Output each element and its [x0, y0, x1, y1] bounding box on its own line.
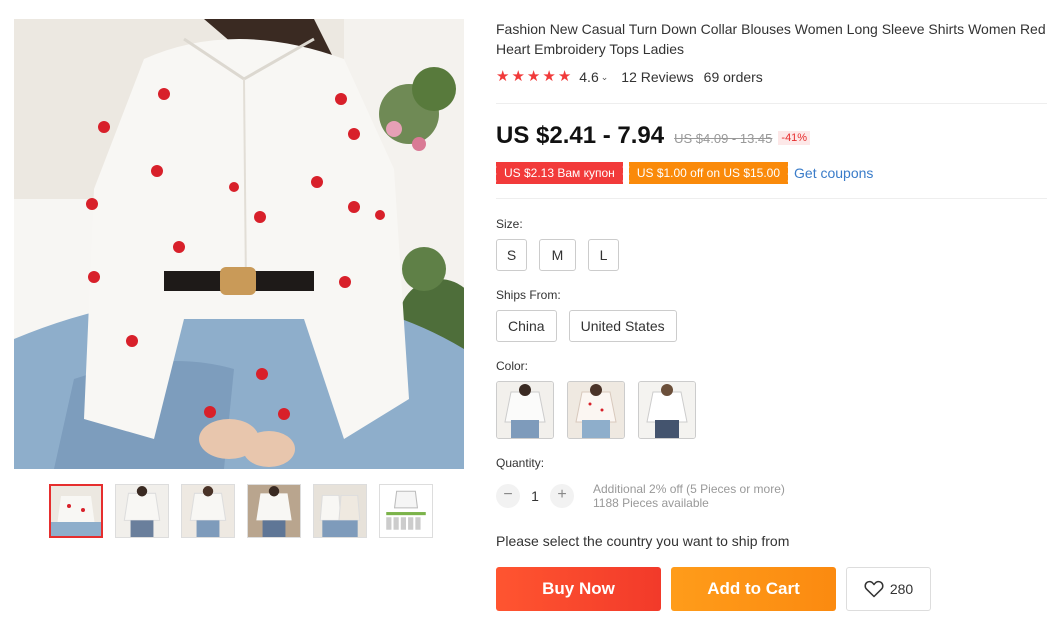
coupon-row: US $2.13 Вам купон US $1.00 off on US $1…: [494, 162, 873, 184]
buy-now-button[interactable]: Buy Now: [496, 567, 661, 611]
size-option-l[interactable]: L: [588, 239, 619, 271]
current-price: US $2.41 - 7.94: [496, 122, 665, 149]
star-icon: ★: [511, 68, 525, 85]
coupon-badge-red[interactable]: US $2.13 Вам купон: [494, 162, 623, 184]
quantity-stepper: − 1 + Additional 2% off (5 Pieces or mor…: [496, 482, 785, 510]
ships-from-china[interactable]: China: [496, 310, 557, 342]
rating-stars: ★ ★ ★ ★ ★: [496, 68, 571, 86]
price-row: US $2.41 - 7.94 US $4.09 - 13.45 -41%: [496, 122, 811, 150]
thumbnail-5[interactable]: [313, 484, 367, 538]
wishlist-button[interactable]: 280: [846, 567, 931, 611]
ship-country-message: Please select the country you want to sh…: [496, 533, 790, 549]
thumbnail-3[interactable]: [181, 484, 235, 538]
chevron-down-icon[interactable]: ⌄: [601, 72, 609, 83]
action-buttons: Buy Now Add to Cart 280: [496, 567, 931, 611]
get-coupons-link[interactable]: Get coupons: [794, 165, 873, 181]
star-icon: ★: [526, 68, 541, 85]
thumbnail-4[interactable]: [247, 484, 301, 538]
size-option-s[interactable]: S: [496, 239, 527, 271]
coupon-badge-orange[interactable]: US $1.00 off on US $15.00: [626, 162, 789, 184]
size-label: Size:: [496, 217, 523, 231]
wishlist-count: 280: [889, 581, 914, 597]
main-product-image[interactable]: [14, 19, 464, 469]
size-options: S M L: [496, 239, 619, 271]
color-options: [496, 381, 696, 439]
thumbnail-1[interactable]: [49, 484, 103, 538]
quantity-value[interactable]: 1: [520, 488, 550, 504]
heart-icon: [864, 580, 884, 598]
thumbnail-2[interactable]: [115, 484, 169, 538]
quantity-decrease-button[interactable]: −: [496, 484, 520, 508]
original-price: US $4.09 - 13.45: [674, 131, 773, 146]
ships-from-united-states[interactable]: United States: [568, 310, 677, 342]
pieces-available: 1188 Pieces available: [593, 496, 709, 510]
reviews-link[interactable]: 12 Reviews: [621, 69, 693, 85]
divider: [496, 103, 1047, 104]
bulk-discount-note: Additional 2% off (5 Pieces or more): [593, 482, 785, 496]
ships-from-label: Ships From:: [496, 288, 561, 302]
discount-badge: -41%: [778, 131, 811, 145]
quantity-note: Additional 2% off (5 Pieces or more) 118…: [593, 482, 785, 510]
add-to-cart-button[interactable]: Add to Cart: [671, 567, 836, 611]
thumbnail-strip: [49, 484, 433, 538]
quantity-increase-button[interactable]: +: [550, 484, 574, 508]
product-title: Fashion New Casual Turn Down Collar Blou…: [496, 21, 1046, 57]
color-option-1[interactable]: [496, 381, 554, 439]
ships-from-options: China United States: [496, 310, 677, 342]
size-option-m[interactable]: M: [539, 239, 576, 271]
rating-row: ★ ★ ★ ★ ★ 4.6 ⌄ 12 Reviews 69 orders: [496, 68, 763, 86]
rating-value[interactable]: 4.6: [579, 69, 598, 85]
orders-count: 69 orders: [703, 69, 763, 85]
star-icon: ★: [496, 68, 510, 85]
star-icon: ★: [542, 68, 556, 85]
quantity-label: Quantity:: [496, 456, 545, 470]
star-icon: ★: [557, 68, 572, 85]
color-option-2[interactable]: [567, 381, 625, 439]
color-option-3[interactable]: [638, 381, 696, 439]
thumbnail-6[interactable]: [379, 484, 433, 538]
divider: [496, 198, 1047, 199]
color-label: Color:: [496, 359, 529, 373]
